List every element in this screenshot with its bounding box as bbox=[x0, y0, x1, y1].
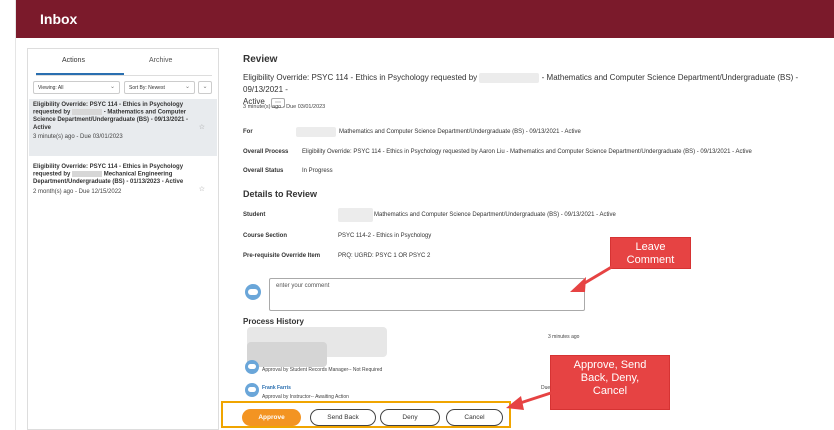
for-value: Mathematics and Computer Science Departm… bbox=[339, 129, 581, 135]
inbox-item-selected[interactable]: Eligibility Override: PSYC 114 - Ethics … bbox=[29, 99, 217, 156]
left-gutter bbox=[0, 0, 16, 430]
comment-input[interactable]: enter your comment bbox=[269, 278, 585, 311]
chevron-down-icon: ⌄ bbox=[202, 84, 208, 90]
cloud-icon bbox=[248, 387, 256, 392]
review-subtitle-part: Eligibility Override: PSYC 114 - Ethics … bbox=[243, 73, 478, 82]
cloud-icon bbox=[248, 364, 256, 369]
redacted-history-entry bbox=[247, 342, 327, 367]
viewing-filter-value: Viewing: All bbox=[38, 85, 64, 91]
callout-line: Back, Deny, bbox=[580, 372, 640, 384]
callout-line: Leave bbox=[635, 241, 666, 253]
history-due: Due bbox=[541, 385, 551, 391]
cancel-button[interactable]: Cancel bbox=[446, 409, 503, 426]
student-value: Mathematics and Computer Science Departm… bbox=[374, 212, 616, 218]
tab-archive[interactable]: Archive bbox=[149, 57, 172, 64]
history-step: Approval by Student Records Manager-- No… bbox=[262, 367, 383, 373]
viewing-filter-select[interactable]: Viewing: All ⌄ bbox=[33, 81, 120, 94]
redacted-name bbox=[338, 208, 373, 222]
callout-line: Approve, Send bbox=[573, 359, 647, 371]
user-avatar bbox=[245, 383, 259, 397]
overall-process-label: Overall Process bbox=[243, 149, 289, 155]
app-header: Inbox bbox=[16, 0, 834, 38]
sort-value: Sort By: Newest bbox=[129, 85, 165, 91]
prereq-value: PRQ: UGRD: PSYC 1 OR PSYC 2 bbox=[338, 253, 431, 259]
review-subtitle: Eligibility Override: PSYC 114 - Ethics … bbox=[243, 72, 828, 108]
review-panel: Review Eligibility Override: PSYC 114 - … bbox=[243, 38, 834, 430]
chevron-down-icon: ⌄ bbox=[184, 84, 190, 90]
course-section-value: PSYC 114-2 - Ethics in Psychology bbox=[338, 233, 432, 239]
collapse-toggle-button[interactable]: ⌄ bbox=[198, 81, 212, 94]
for-label: For bbox=[243, 129, 253, 135]
user-avatar bbox=[245, 360, 259, 374]
inbox-item[interactable]: Eligibility Override: PSYC 114 - Ethics … bbox=[29, 161, 217, 207]
redacted-name bbox=[296, 127, 336, 137]
inbox-item-meta: 2 month(s) ago - Due 12/15/2022 bbox=[33, 188, 122, 195]
process-history-heading: Process History bbox=[243, 317, 304, 326]
approve-button[interactable]: Approve bbox=[242, 409, 301, 426]
history-step: Approval by Instructor-- Awaiting Action bbox=[262, 394, 349, 400]
sort-select[interactable]: Sort By: Newest ⌄ bbox=[124, 81, 195, 94]
course-section-label: Course Section bbox=[243, 233, 288, 239]
prereq-label: Pre-requisite Override Item bbox=[243, 253, 321, 259]
overall-status-value: In Progress bbox=[302, 168, 333, 174]
student-label: Student bbox=[243, 212, 266, 218]
callout-line: Comment bbox=[626, 254, 675, 266]
redacted-name bbox=[479, 72, 540, 83]
history-timestamp: 3 minutes ago bbox=[548, 334, 580, 340]
action-bar: Approve Send Back Deny Cancel bbox=[221, 401, 511, 428]
inbox-list-panel: Actions Archive Viewing: All ⌄ Sort By: … bbox=[27, 48, 219, 430]
leave-comment-callout: Leave Comment bbox=[610, 237, 691, 269]
review-heading: Review bbox=[243, 54, 278, 65]
actions-callout: Approve, Send Back, Deny, Cancel bbox=[550, 355, 670, 410]
tab-divider bbox=[36, 75, 212, 76]
cloud-icon bbox=[248, 289, 258, 295]
send-back-button[interactable]: Send Back bbox=[310, 409, 376, 426]
star-icon[interactable]: ☆ bbox=[199, 185, 205, 193]
redacted-name bbox=[72, 109, 103, 116]
redacted-name bbox=[72, 171, 103, 178]
star-icon[interactable]: ☆ bbox=[199, 123, 205, 131]
history-step-person[interactable]: Frank Farris bbox=[262, 385, 291, 391]
deny-button[interactable]: Deny bbox=[380, 409, 440, 426]
chevron-down-icon: ⌄ bbox=[109, 84, 115, 90]
inbox-item-title: Eligibility Override: PSYC 114 - Ethics … bbox=[33, 102, 197, 132]
comment-placeholder: enter your comment bbox=[276, 283, 330, 289]
tab-actions[interactable]: Actions bbox=[62, 57, 85, 64]
due-date: 3 minute(s) ago - Due 03/01/2023 bbox=[243, 104, 326, 110]
callout-line: Cancel bbox=[592, 385, 628, 397]
user-avatar bbox=[245, 284, 261, 300]
overall-status-label: Overall Status bbox=[243, 168, 284, 174]
inbox-item-meta: 3 minute(s) ago - Due 03/01/2023 bbox=[33, 134, 123, 141]
overall-process-value: Eligibility Override: PSYC 114 - Ethics … bbox=[302, 149, 752, 155]
details-heading: Details to Review bbox=[243, 189, 318, 199]
page-title: Inbox bbox=[40, 11, 78, 27]
inbox-item-title: Eligibility Override: PSYC 114 - Ethics … bbox=[33, 164, 197, 187]
